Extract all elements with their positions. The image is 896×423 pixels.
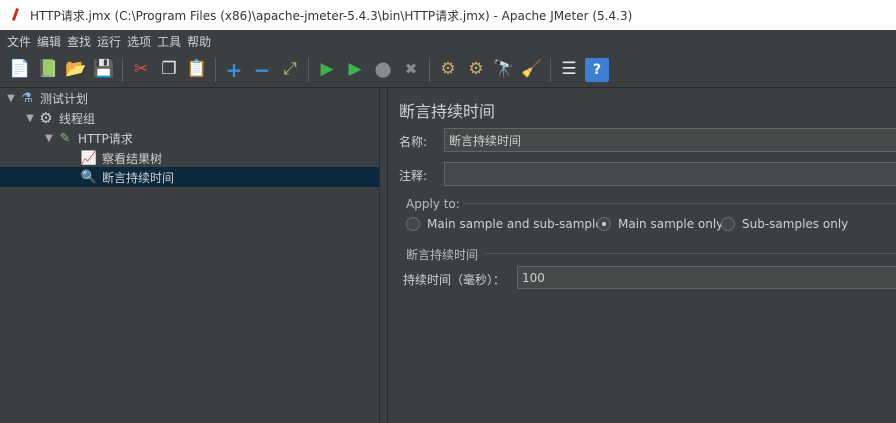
toolbar-separator	[550, 57, 551, 82]
duration-section-title: 断言持续时间	[406, 248, 479, 262]
save-icon[interactable]: 💾	[92, 58, 116, 82]
test-plan-tree: ▼ ⚗ 测试计划 ▼ ⚙ 线程组 ▼ ✎ HTTP请求 📈 察看结果树 🔍 断言…	[0, 88, 380, 423]
tree-item-label: 线程组	[59, 111, 96, 126]
toggle-icon[interactable]: ⤢	[278, 58, 302, 82]
chevron-down-icon[interactable]: ▼	[42, 133, 56, 144]
menu-options[interactable]: 选项	[124, 33, 154, 50]
search-icon[interactable]: 🔭	[492, 58, 516, 82]
toolbar-separator	[215, 57, 216, 82]
menu-file[interactable]: 文件	[4, 33, 34, 50]
stop-icon[interactable]: ⬤	[371, 58, 395, 82]
menu-help[interactable]: 帮助	[184, 33, 214, 50]
radio-button[interactable]	[721, 217, 735, 231]
toolbar-separator	[308, 57, 309, 82]
comment-field[interactable]	[444, 162, 896, 186]
duration-section-divider	[485, 253, 896, 254]
copy-icon[interactable]: ❐	[157, 58, 181, 82]
expand-icon[interactable]: +	[222, 58, 246, 82]
radio-label: Main sample only	[618, 217, 724, 231]
function-helper-icon[interactable]: ☰	[557, 58, 581, 82]
tree-item-label: HTTP请求	[78, 131, 133, 146]
tree-item-test-plan[interactable]: ▼ ⚗ 测试计划	[4, 88, 380, 108]
pipette-icon: ✎	[59, 130, 71, 146]
collapse-icon[interactable]: −	[250, 58, 274, 82]
new-icon[interactable]: 📄	[8, 58, 32, 82]
radio-main-and-sub-samples[interactable]: Main sample and sub-samples	[406, 217, 609, 231]
panel-title: 断言持续时间	[399, 102, 496, 121]
templates-icon[interactable]: 📗	[36, 58, 60, 82]
tree-item-label: 断言持续时间	[102, 170, 175, 185]
radio-main-sample-only[interactable]: Main sample only	[597, 217, 723, 231]
start-no-pauses-icon[interactable]: ▶	[343, 58, 367, 82]
name-field[interactable]: 断言持续时间	[444, 128, 896, 152]
radio-sub-samples-only[interactable]: Sub-samples only	[721, 217, 848, 231]
menu-search[interactable]: 查找	[64, 33, 94, 50]
comment-label: 注释:	[399, 169, 428, 183]
jmeter-feather-icon	[8, 7, 22, 23]
radio-label: Main sample and sub-samples	[427, 217, 609, 231]
tree-item-http-request[interactable]: ▼ ✎ HTTP请求	[42, 128, 380, 148]
duration-assertion-panel: 断言持续时间 名称: 断言持续时间 注释: Apply to: Main sam…	[389, 88, 896, 423]
cut-icon[interactable]: ✂	[129, 58, 153, 82]
name-label: 名称:	[399, 135, 428, 149]
chevron-down-icon[interactable]: ▼	[4, 93, 18, 104]
tree-item-view-results-tree[interactable]: 📈 察看结果树	[80, 148, 380, 168]
window-title: HTTP请求.jmx (C:\Program Files (x86)\apach…	[30, 8, 633, 23]
start-icon[interactable]: ▶	[315, 58, 339, 82]
tree-item-thread-group[interactable]: ▼ ⚙ 线程组	[23, 108, 380, 128]
menu-tools[interactable]: 工具	[154, 33, 184, 50]
toolbar-separator	[429, 57, 430, 82]
chevron-down-icon[interactable]: ▼	[23, 113, 37, 124]
apply-to-divider	[463, 203, 896, 204]
help-icon[interactable]: ?	[585, 57, 609, 82]
duration-field[interactable]: 100	[517, 266, 896, 289]
chart-icon: 📈	[80, 150, 98, 166]
gear-icon: ⚙	[39, 109, 53, 127]
toolbar: 📄 📗 📂 💾 ✂ ❐ 📋 + − ⤢ ▶ ▶ ⬤ ✖ ⚙ ⚙ 🔭 🧹 ☰?	[0, 52, 896, 88]
radio-button[interactable]	[406, 217, 420, 231]
window-titlebar: HTTP请求.jmx (C:\Program Files (x86)\apach…	[0, 0, 896, 30]
toolbar-separator	[122, 57, 123, 82]
open-icon[interactable]: 📂	[64, 58, 88, 82]
apply-to-title: Apply to:	[406, 197, 460, 211]
tree-item-duration-assertion[interactable]: 🔍 断言持续时间	[0, 167, 379, 187]
radio-label: Sub-samples only	[742, 217, 849, 231]
panel-splitter[interactable]	[380, 88, 388, 423]
reset-search-icon[interactable]: 🧹	[520, 58, 544, 82]
paste-icon[interactable]: 📋	[185, 58, 209, 82]
radio-button[interactable]	[597, 217, 611, 231]
clear-all-icon[interactable]: ⚙	[464, 58, 488, 82]
menu-edit[interactable]: 编辑	[34, 33, 64, 50]
menu-bar: 文件 编辑 查找 运行 选项 工具 帮助	[0, 30, 896, 52]
flask-icon: ⚗	[21, 90, 33, 106]
shutdown-icon[interactable]: ✖	[399, 58, 423, 82]
tree-item-label: 测试计划	[40, 91, 89, 106]
duration-label: 持续时间（毫秒）：	[403, 273, 506, 287]
tree-item-label: 察看结果树	[102, 151, 163, 166]
clear-icon[interactable]: ⚙	[436, 58, 460, 82]
magnifier-icon: 🔍	[80, 169, 98, 185]
menu-run[interactable]: 运行	[94, 33, 124, 50]
